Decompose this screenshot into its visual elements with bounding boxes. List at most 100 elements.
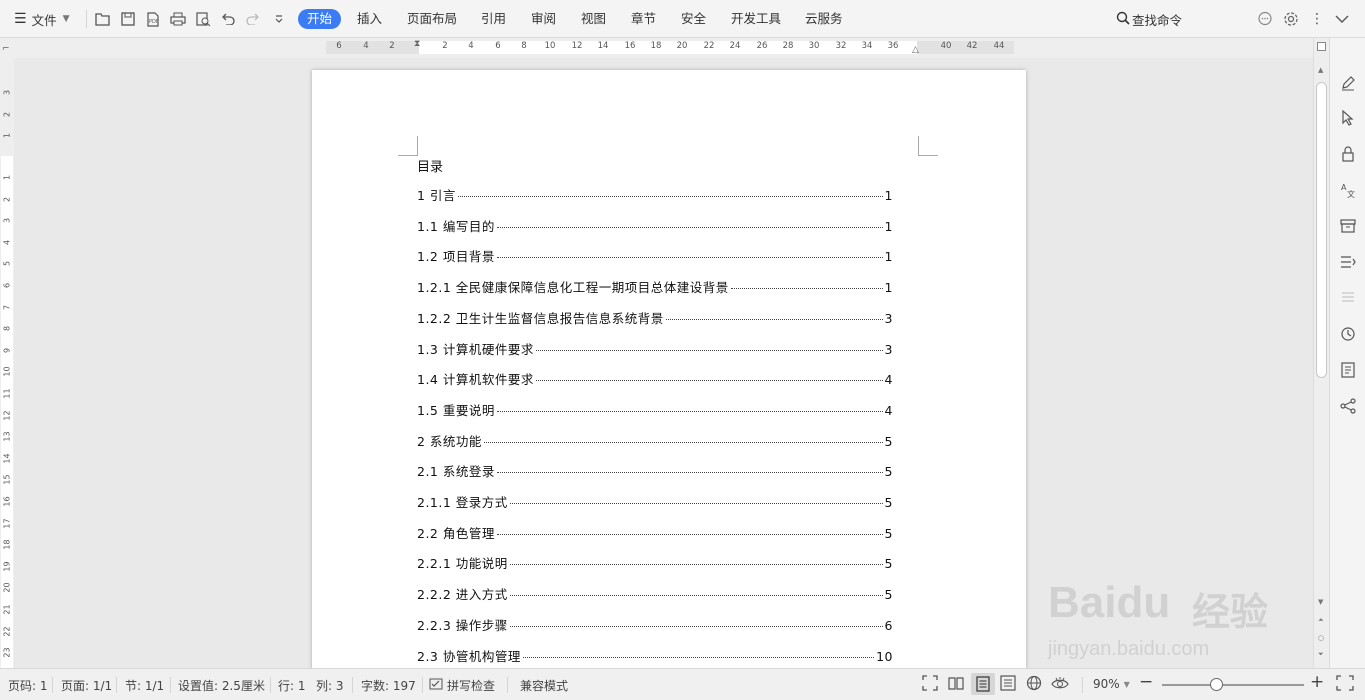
toc-entry[interactable]: 2 系统功能 5 xyxy=(417,431,893,451)
zoom-out-icon[interactable]: − xyxy=(1139,672,1153,692)
toc-entry[interactable]: 1 引言 1 xyxy=(417,185,893,205)
tab-insert[interactable]: 插入 xyxy=(357,9,382,29)
pen-edit-icon[interactable] xyxy=(1339,74,1357,92)
toc-entry[interactable]: 2.2.1 功能说明 5 xyxy=(417,553,893,573)
search-icon xyxy=(1116,11,1130,28)
status-pages[interactable]: 页面: 1/1 xyxy=(61,677,112,694)
scroll-up-icon[interactable]: ▲ xyxy=(1318,66,1323,74)
toc-entry-text: 2.1 系统登录 xyxy=(417,464,495,480)
print-icon[interactable] xyxy=(169,10,187,28)
toc-entry[interactable]: 1.5 重要说明 4 xyxy=(417,400,893,420)
toc-leader-dots xyxy=(496,257,883,259)
toc-entry[interactable]: 1.4 计算机软件要求 4 xyxy=(417,369,893,389)
customize-dropdown-icon[interactable] xyxy=(270,10,288,28)
tab-home[interactable]: 开始 xyxy=(298,9,342,29)
lock-icon[interactable] xyxy=(1339,145,1357,163)
vertical-ruler-tick-label: 15 xyxy=(2,474,12,485)
more-vertical-icon[interactable]: ⋮ xyxy=(1308,10,1326,28)
share-icon[interactable] xyxy=(1339,397,1357,415)
toc-entry[interactable]: 2.2.3 操作步骤 6 xyxy=(417,615,893,635)
zoom-level-label: 90% xyxy=(1093,677,1120,691)
vertical-ruler[interactable]: 3 2 1 1 2 3 4 5 6 7 8 9 10 11 12 13 14 15 16 17 18 19 20 21 22 23 xyxy=(0,58,14,668)
split-view-icon[interactable] xyxy=(1317,42,1326,51)
tab-references[interactable]: 引用 xyxy=(481,9,506,29)
translate-icon[interactable]: A文 xyxy=(1339,181,1357,199)
outline-view-icon[interactable] xyxy=(1000,675,1016,694)
ruler-tick-label: 8 xyxy=(521,41,527,51)
eye-protection-icon[interactable] xyxy=(1051,675,1069,694)
tab-chapter[interactable]: 章节 xyxy=(631,9,656,29)
print-preview-icon[interactable] xyxy=(194,10,212,28)
vertical-ruler-tick-label: 16 xyxy=(2,496,12,507)
ruler-tick-label: 34 xyxy=(861,41,873,51)
toc-entry-page: 5 xyxy=(884,433,893,449)
zoom-slider[interactable] xyxy=(1162,678,1304,691)
spell-check-button[interactable]: 拼写检查 xyxy=(429,677,495,694)
tab-stop-selector-icon[interactable]: ⌐ xyxy=(2,44,10,54)
undo-icon[interactable] xyxy=(219,10,237,28)
horizontal-ruler[interactable]: ⌐ 6 4 2 2 4 6 8 10 12 14 16 18 20 22 24 26 28 30 32 34 36 40 4… xyxy=(0,38,1313,58)
toc-entry[interactable]: 1.2.1 全民健康保障信息化工程一期项目总体建设背景 1 xyxy=(417,277,893,297)
reading-view-icon[interactable] xyxy=(948,675,964,694)
toc-entry-text: 1.4 计算机软件要求 xyxy=(417,372,534,388)
save-icon[interactable] xyxy=(119,10,137,28)
next-page-icon[interactable]: ⏷ xyxy=(1318,650,1324,659)
toc-entry[interactable]: 1.3 计算机硬件要求 3 xyxy=(417,339,893,359)
feedback-icon[interactable] xyxy=(1256,10,1274,28)
prev-page-icon[interactable]: ⏶ xyxy=(1318,616,1324,625)
tab-developer[interactable]: 开发工具 xyxy=(731,9,781,29)
status-page-code[interactable]: 页码: 1 xyxy=(8,677,48,694)
tab-cloud-service[interactable]: 云服务 xyxy=(805,9,843,29)
page-view-icon[interactable] xyxy=(971,673,995,695)
fit-window-icon[interactable] xyxy=(1336,675,1354,694)
fullscreen-icon[interactable] xyxy=(922,675,938,694)
web-view-icon[interactable] xyxy=(1026,675,1042,694)
archive-box-icon[interactable] xyxy=(1339,217,1357,235)
status-setting[interactable]: 设置值: 2.5厘米 xyxy=(178,677,265,694)
toc-entry[interactable]: 2.1 系统登录 5 xyxy=(417,461,893,481)
tab-review[interactable]: 审阅 xyxy=(531,9,556,29)
ruler-tick-label: 4 xyxy=(363,41,369,51)
scrollbar-thumb[interactable] xyxy=(1316,82,1327,378)
file-menu-button[interactable]: ☰ 文件 ▼ xyxy=(14,0,70,38)
open-folder-icon[interactable] xyxy=(94,10,112,28)
select-browse-object-icon[interactable]: ○ xyxy=(1318,634,1324,642)
export-pdf-icon[interactable]: PDF xyxy=(144,10,162,28)
collapse-ribbon-icon[interactable] xyxy=(1333,10,1351,28)
tab-page-layout[interactable]: 页面布局 xyxy=(407,9,457,29)
toc-entry[interactable]: 1.2 项目背景 1 xyxy=(417,246,893,266)
toc-entry[interactable]: 1.1 编写目的 1 xyxy=(417,216,893,236)
status-bar: 页码: 1 页面: 1/1 节: 1/1 设置值: 2.5厘米 行: 1 列: … xyxy=(0,668,1365,700)
indent-marker-icon[interactable]: ⧗ xyxy=(414,39,420,49)
status-row[interactable]: 行: 1 xyxy=(278,677,306,694)
search-command-button[interactable]: 查找命令 xyxy=(1116,0,1182,38)
zoom-slider-thumb[interactable] xyxy=(1209,678,1223,691)
toc-entry[interactable]: 2.2.2 进入方式 5 xyxy=(417,584,893,604)
format-lines-icon[interactable] xyxy=(1339,289,1357,307)
ruler-tick-label: 36 xyxy=(887,41,899,51)
toc-entry[interactable]: 2.2 角色管理 5 xyxy=(417,523,893,543)
status-word-count[interactable]: 字数: 197 xyxy=(361,677,416,694)
toc-entry[interactable]: 2.3 协管机构管理 10 xyxy=(417,646,893,666)
tab-security[interactable]: 安全 xyxy=(681,9,706,29)
document-stats-icon[interactable] xyxy=(1339,361,1357,379)
vertical-scrollbar[interactable]: ▲ ▼ ⏶ ○ ⏷ xyxy=(1313,38,1329,668)
toc-entry[interactable]: 1.2.2 卫生计生监督信息报告信息系统背景 3 xyxy=(417,308,893,328)
scroll-down-icon[interactable]: ▼ xyxy=(1318,598,1323,606)
zoom-level-dropdown[interactable]: 90% ▼ xyxy=(1093,677,1130,691)
status-col[interactable]: 列: 3 xyxy=(316,677,344,694)
right-indent-marker-icon[interactable]: △ xyxy=(912,45,919,55)
tab-view[interactable]: 视图 xyxy=(581,9,606,29)
toc-entry[interactable]: 2.1.1 登录方式 5 xyxy=(417,492,893,512)
toc-leader-dots xyxy=(535,349,883,351)
select-cursor-icon[interactable] xyxy=(1339,109,1357,127)
gear-icon[interactable] xyxy=(1282,10,1300,28)
document-page[interactable]: 目录 1 引言 1 1.1 编写目的 1 1.2 项目背景 1 1.2.1 全民健康保障信息… xyxy=(312,70,1026,668)
zoom-in-icon[interactable]: + xyxy=(1310,672,1324,692)
top-toolbar: ☰ 文件 ▼ PDF 开始 插入 页面布局 引用 审阅 视图 章节 安全 开发工… xyxy=(0,0,1365,38)
status-section[interactable]: 节: 1/1 xyxy=(125,677,164,694)
history-icon[interactable] xyxy=(1339,325,1357,343)
redo-icon[interactable] xyxy=(244,10,262,28)
document-canvas[interactable]: 目录 1 引言 1 1.1 编写目的 1 1.2 项目背景 1 1.2.1 全民健康保障信息… xyxy=(14,58,1313,668)
outline-list-icon[interactable] xyxy=(1339,253,1357,271)
